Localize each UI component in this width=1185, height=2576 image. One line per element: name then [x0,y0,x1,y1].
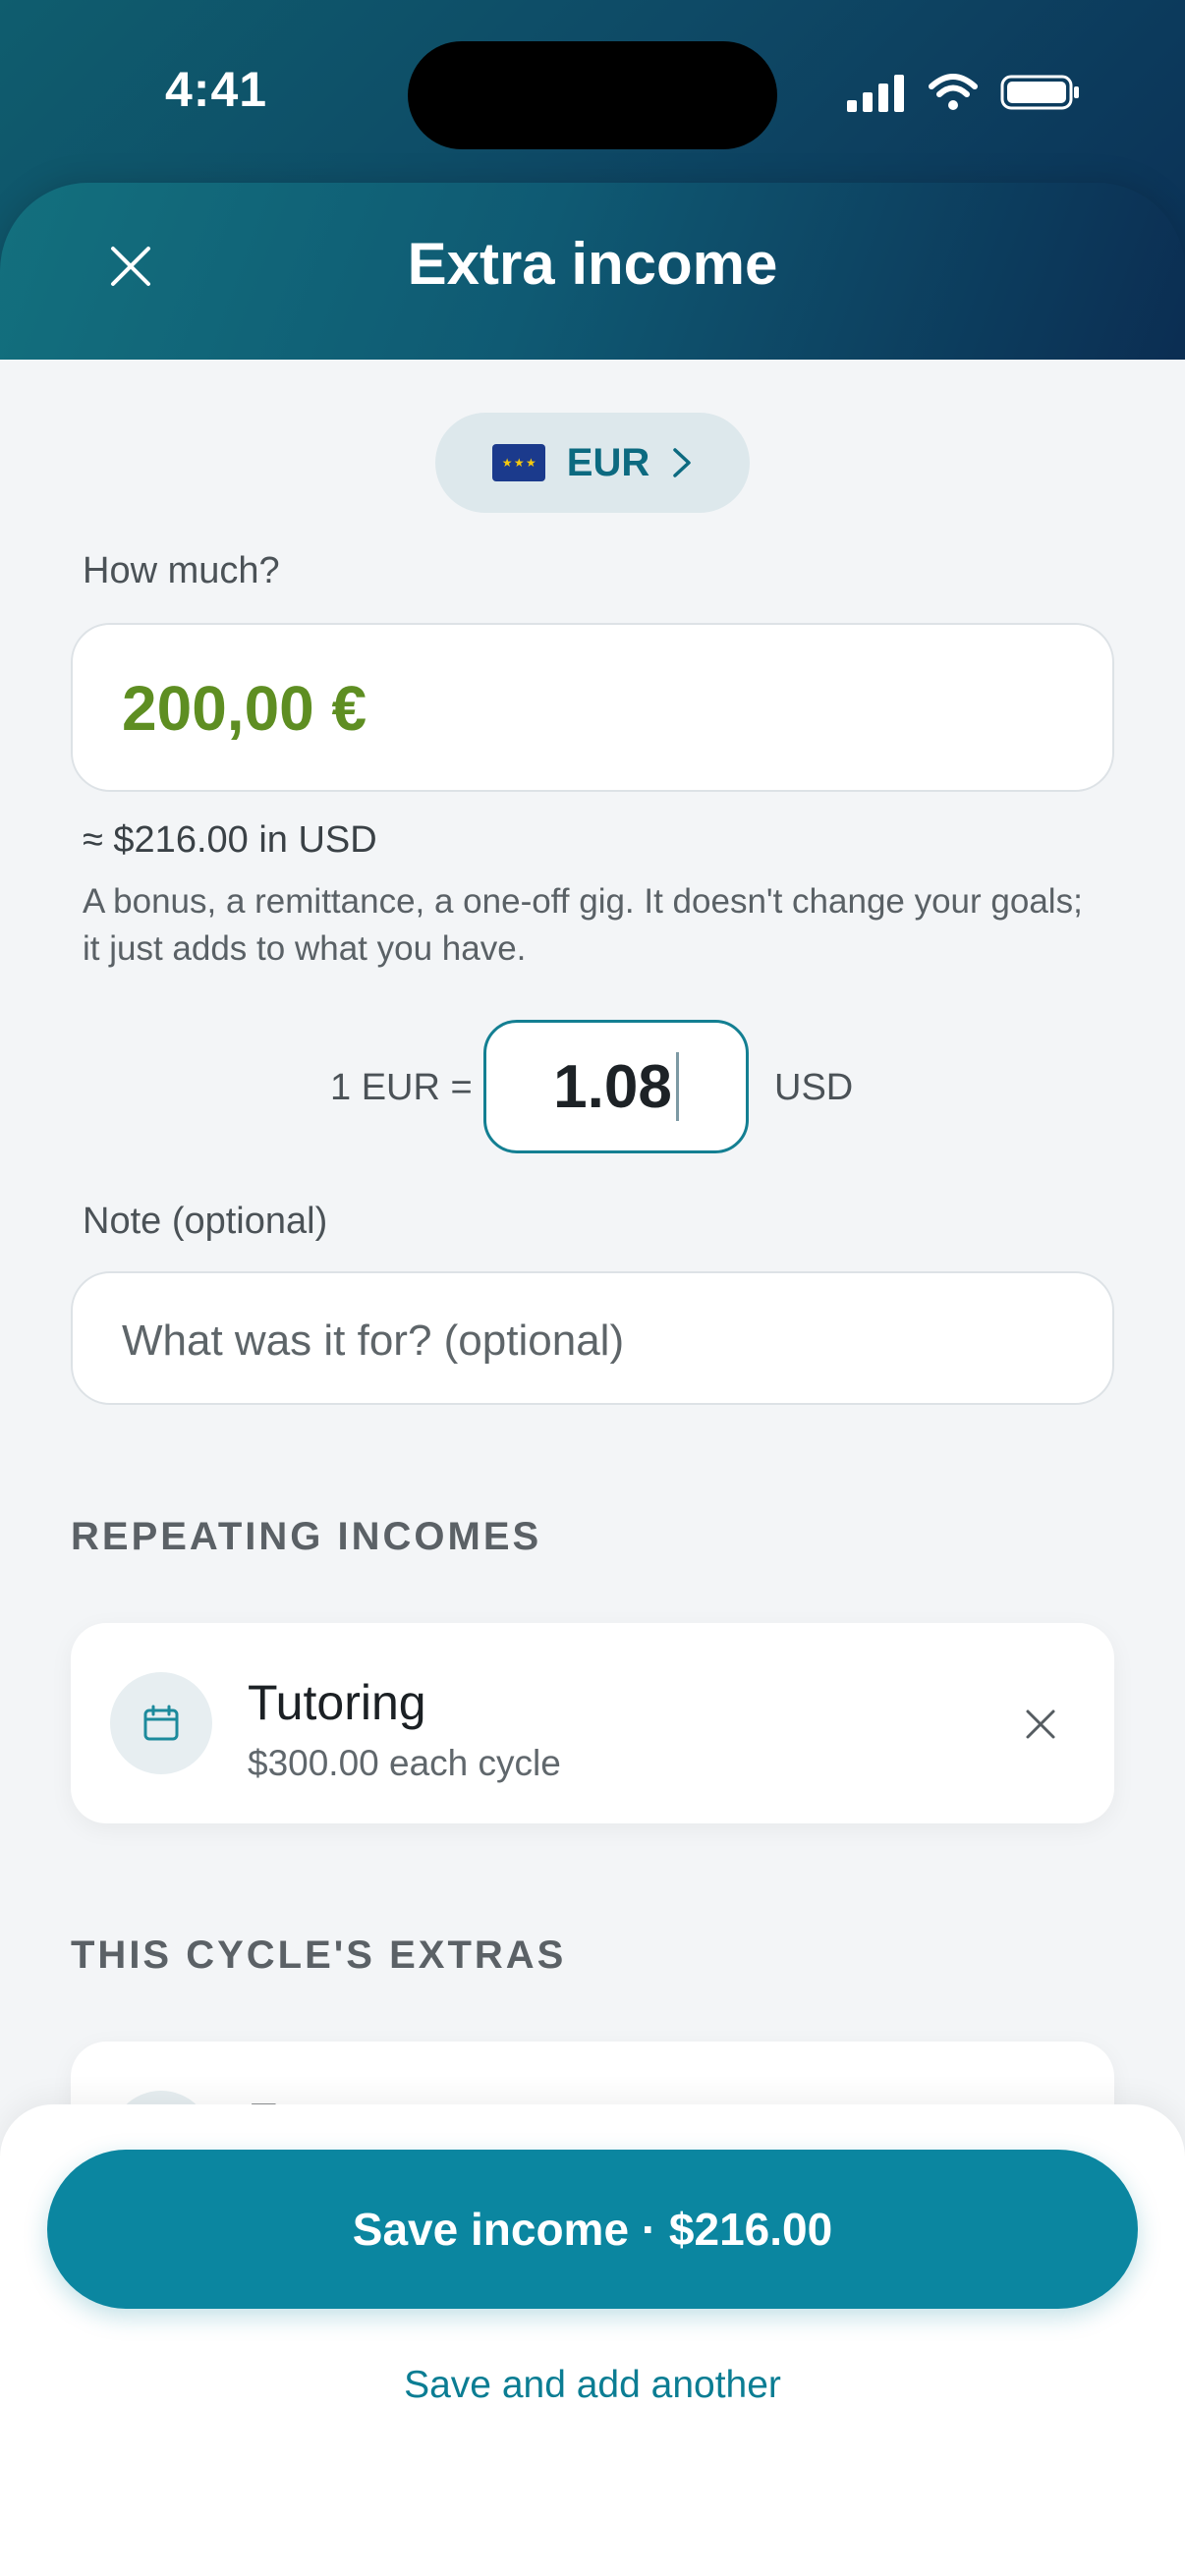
currency-selector[interactable]: ★ ★ ★ EUR [435,413,750,513]
note-label: Note (optional) [83,1201,328,1242]
signal-icon [847,75,904,112]
helper-text: A bonus, a remittance, a one-off gig. It… [83,882,1083,968]
converted-amount: ≈ $216.00 in USD [83,819,377,861]
dynamic-island [408,41,777,149]
status-icons [847,71,1081,114]
amount-input[interactable]: 200,00 € [71,623,1114,792]
wifi-icon [929,74,978,110]
repeating-income-detail: $300.00 each cycle [248,1743,561,1783]
save-income-button[interactable]: Save income · $216.00 [47,2150,1138,2309]
note-placeholder: What was it for? (optional) [122,1316,625,1365]
repeating-incomes-title: REPEATING INCOMES [71,1515,542,1558]
calendar-icon [110,1672,212,1774]
amount-value: 200,00 € [122,673,367,744]
repeating-income-name: Tutoring [248,1675,426,1730]
cycle-extras-title: THIS CYCLE'S EXTRAS [71,1933,567,1977]
status-time: 4:41 [165,62,268,117]
save-and-add-another-link[interactable]: Save and add another [0,2364,1185,2407]
page-title: Extra income [407,231,778,297]
battery-icon [1000,75,1079,110]
close-icon [1026,1709,1055,1739]
exchange-rate-input[interactable]: 1.08 [483,1020,749,1153]
rate-right-label: USD [774,1067,854,1108]
amount-label: How much? [83,550,280,591]
repeating-income-card[interactable]: Tutoring $300.00 each cycle [71,1623,1114,1823]
note-input[interactable]: What was it for? (optional) [71,1271,1114,1405]
remove-repeating-income-button[interactable] [1016,1700,1065,1749]
chevron-right-icon [673,448,691,477]
exchange-rate-value: 1.08 [553,1052,672,1121]
currency-code: EUR [566,440,650,484]
eu-flag-icon: ★ ★ ★ [491,444,545,481]
rate-left-label: 1 EUR = [330,1067,473,1108]
text-caret [675,1052,679,1121]
